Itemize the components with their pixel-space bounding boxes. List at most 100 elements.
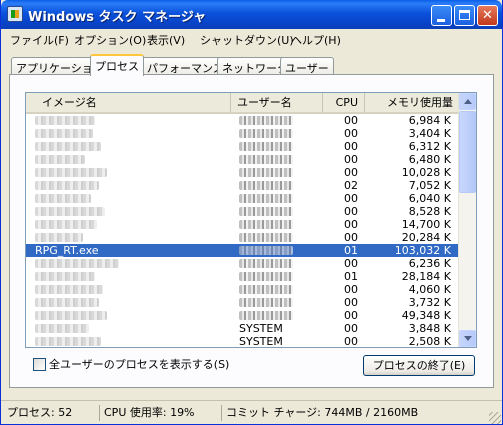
column-image-name[interactable]: イメージ名 <box>26 93 231 112</box>
status-process-count: プロセス: 52 <box>7 406 73 419</box>
table-row[interactable]: 02 7,052 K <box>26 179 460 192</box>
show-all-users-checkbox[interactable] <box>33 357 46 371</box>
process-memory: 14,700 K <box>401 218 451 231</box>
show-all-users-label: 全ユーザーのプロセスを表示する(S) <box>49 358 230 371</box>
process-cpu: 00 <box>344 335 358 348</box>
table-row[interactable]: RPG_RT.exe 01 103,032 K <box>26 244 460 257</box>
table-row[interactable]: 00 6,236 K <box>26 257 460 270</box>
status-commit-charge: コミット チャージ: 744MB / 2160MB <box>221 405 485 421</box>
list-header: イメージ名 ユーザー名 CPU メモリ使用量 <box>26 93 460 114</box>
maximize-button[interactable] <box>454 5 475 26</box>
redacted-image-name <box>35 337 101 346</box>
task-manager-icon <box>7 6 23 22</box>
redacted-user-name <box>239 233 293 242</box>
table-row[interactable]: 00 14,700 K <box>26 218 460 231</box>
redacted-user-name <box>239 142 293 151</box>
table-row[interactable]: 01 28,184 K <box>26 270 460 283</box>
process-cpu: 00 <box>344 166 358 179</box>
menu-bar: ファイル(F) オプション(O) 表示(V) シャットダウン(U) ヘルプ(H) <box>1 29 502 49</box>
scroll-thumb[interactable] <box>459 111 476 193</box>
redacted-user-name <box>239 285 293 294</box>
menu-options[interactable]: オプション(O) <box>74 32 146 48</box>
redacted-user-name <box>239 311 293 320</box>
process-image-name: RPG_RT.exe <box>35 244 99 257</box>
close-button[interactable]: ✕ <box>477 5 498 26</box>
process-memory: 2,508 K <box>408 335 451 348</box>
process-user-name <box>239 283 319 296</box>
menu-view[interactable]: 表示(V) <box>147 32 185 48</box>
process-memory: 10,028 K <box>401 166 451 179</box>
table-row[interactable]: 00 10,028 K <box>26 166 460 179</box>
tab-users[interactable]: ユーザー <box>280 57 334 75</box>
process-cpu: 00 <box>344 127 358 140</box>
table-row[interactable]: 00 3,404 K <box>26 127 460 140</box>
table-row[interactable]: 00 20,284 K <box>26 231 460 244</box>
column-cpu[interactable]: CPU <box>323 93 365 112</box>
process-image-name <box>35 257 205 270</box>
task-manager-window: Windows タスク マネージャ ✕ ファイル(F) オプション(O) 表示(… <box>0 0 503 425</box>
tab-performance[interactable]: パフォーマンス <box>142 57 229 75</box>
table-row[interactable]: 00 6,040 K <box>26 192 460 205</box>
process-image-name <box>35 283 205 296</box>
table-row[interactable]: SYSTEM 00 3,848 K <box>26 322 460 335</box>
redacted-user-name <box>239 194 293 203</box>
menu-file[interactable]: ファイル(F) <box>10 32 69 48</box>
redacted-user-name <box>239 272 293 281</box>
process-user-name <box>239 296 319 309</box>
redacted-image-name <box>35 324 89 333</box>
redacted-user-name <box>239 155 293 164</box>
redacted-image-name <box>35 272 95 281</box>
process-user-name <box>239 257 319 270</box>
table-row[interactable]: 00 49,348 K <box>26 309 460 322</box>
end-process-button[interactable]: プロセスの終了(E) <box>363 355 475 376</box>
process-cpu: 00 <box>344 153 358 166</box>
table-row[interactable]: 00 6,480 K <box>26 153 460 166</box>
process-memory: 3,404 K <box>408 127 451 140</box>
table-row[interactable]: 00 3,732 K <box>26 296 460 309</box>
process-cpu: 00 <box>344 205 358 218</box>
show-all-users-option[interactable]: 全ユーザーのプロセスを表示する(S) <box>33 356 230 371</box>
tab-processes[interactable]: プロセス <box>90 54 144 76</box>
menu-help[interactable]: ヘルプ(H) <box>291 32 341 48</box>
redacted-image-name <box>35 207 105 216</box>
table-row[interactable]: 00 4,060 K <box>26 283 460 296</box>
redacted-image-name <box>35 298 99 307</box>
scroll-up-icon[interactable] <box>459 93 476 110</box>
process-image-name <box>35 166 205 179</box>
process-cpu: 00 <box>344 296 358 309</box>
process-user-name <box>239 192 319 205</box>
redacted-image-name <box>35 116 95 125</box>
process-memory: 8,528 K <box>408 205 451 218</box>
column-user-name[interactable]: ユーザー名 <box>231 93 323 112</box>
redacted-image-name <box>35 181 99 190</box>
process-memory: 6,040 K <box>408 192 451 205</box>
menu-shutdown[interactable]: シャットダウン(U) <box>200 32 294 48</box>
process-list[interactable]: イメージ名 ユーザー名 CPU メモリ使用量 00 6,984 K 00 3,404 … <box>25 92 477 348</box>
process-user-name: SYSTEM <box>239 322 283 335</box>
scroll-down-icon[interactable] <box>459 330 476 347</box>
table-row[interactable]: 00 6,312 K <box>26 140 460 153</box>
redacted-image-name <box>35 155 85 164</box>
table-row[interactable]: 00 8,528 K <box>26 205 460 218</box>
process-user-name: SYSTEM <box>239 335 283 348</box>
process-user-name <box>239 205 319 218</box>
vertical-scrollbar[interactable] <box>458 93 476 347</box>
table-row[interactable]: SYSTEM 00 2,508 K <box>26 335 460 348</box>
column-memory[interactable]: メモリ使用量 <box>365 93 460 112</box>
title-bar[interactable]: Windows タスク マネージャ ✕ <box>1 0 502 29</box>
process-cpu: 00 <box>344 140 358 153</box>
status-cpu-usage: CPU 使用率: 19% <box>99 405 221 421</box>
process-memory: 49,348 K <box>401 309 451 322</box>
process-user-name <box>239 218 319 231</box>
process-memory: 6,984 K <box>408 114 451 127</box>
process-image-name <box>35 335 205 347</box>
process-memory: 3,732 K <box>408 296 451 309</box>
redacted-image-name <box>35 168 107 177</box>
resize-grip-icon[interactable] <box>489 412 501 424</box>
minimize-button[interactable] <box>431 5 452 26</box>
process-user-name <box>239 166 319 179</box>
process-user-name <box>239 127 319 140</box>
table-row[interactable]: 00 6,984 K <box>26 114 460 127</box>
close-icon: ✕ <box>482 8 493 23</box>
process-cpu: 02 <box>344 179 358 192</box>
